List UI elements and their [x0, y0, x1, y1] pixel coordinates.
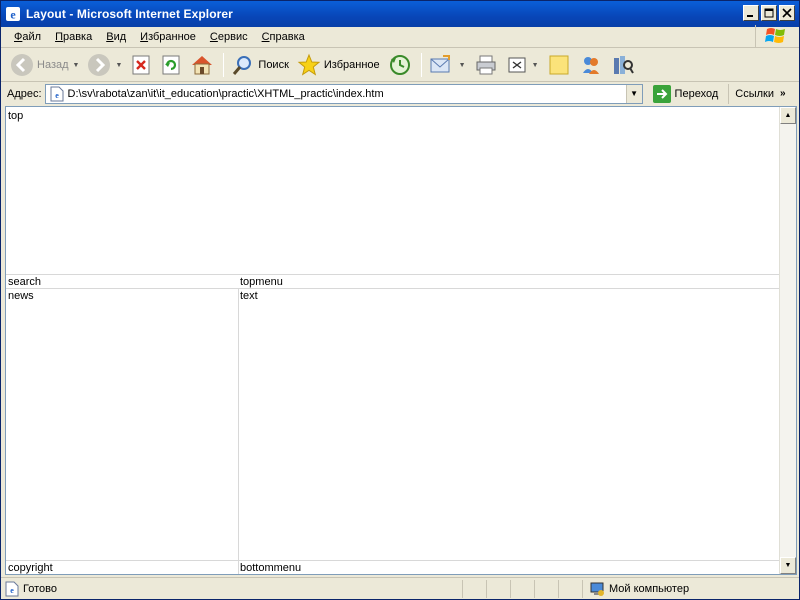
- cell-news: news: [8, 290, 34, 302]
- chevron-down-icon[interactable]: ▼: [73, 62, 80, 69]
- research-icon: [613, 56, 634, 74]
- page-icon: e: [5, 581, 19, 596]
- back-button[interactable]: Назад ▼: [7, 51, 82, 79]
- messenger-button[interactable]: [576, 51, 606, 79]
- zone-text: Мой компьютер: [609, 582, 690, 595]
- stop-icon: [132, 55, 150, 75]
- menu-edit[interactable]: Правка: [48, 31, 99, 43]
- svg-text:e: e: [10, 8, 16, 22]
- links-label: Ссылки: [735, 87, 774, 100]
- history-icon: [389, 55, 410, 75]
- status-pane: [559, 579, 583, 598]
- cell-text: text: [240, 290, 258, 302]
- go-button[interactable]: Переход: [649, 84, 723, 104]
- favorites-button[interactable]: Избранное: [294, 51, 383, 79]
- favorites-label: Избранное: [323, 59, 380, 71]
- status-text: Готово: [23, 582, 57, 595]
- edit-icon: [508, 57, 526, 73]
- chevron-down-icon[interactable]: ▼: [532, 62, 539, 69]
- star-icon: [297, 53, 321, 76]
- stop-button[interactable]: [127, 51, 155, 79]
- scroll-up-arrow-icon[interactable]: ▲: [780, 107, 796, 124]
- menu-bar: Файл Правка Вид Избранное Сервис Справка: [1, 25, 799, 48]
- close-button[interactable]: [779, 5, 795, 21]
- my-computer-icon: [590, 582, 604, 596]
- page-icon: e: [49, 86, 65, 102]
- ie-icon: e: [5, 6, 21, 22]
- cell-topmenu: topmenu: [240, 276, 283, 288]
- discuss-button[interactable]: [544, 51, 574, 79]
- home-button[interactable]: [187, 51, 217, 79]
- address-text: D:\sv\rabota\zan\it\it_education\practic…: [67, 87, 384, 100]
- mail-button[interactable]: ▼: [426, 51, 469, 79]
- status-main-pane: e Готово: [1, 579, 463, 598]
- go-arrow-icon: [652, 84, 671, 103]
- divider: [238, 288, 239, 574]
- print-button[interactable]: [471, 51, 501, 79]
- window-title: Layout - Microsoft Internet Explorer: [26, 7, 233, 21]
- back-label: Назад: [37, 59, 69, 71]
- security-zone[interactable]: Мой компьютер: [583, 580, 689, 598]
- scroll-down-arrow-icon[interactable]: ▼: [780, 557, 796, 574]
- menu-favorites[interactable]: Избранное: [133, 31, 203, 43]
- forward-button[interactable]: ▼: [84, 51, 125, 79]
- forward-arrow-icon: [88, 54, 111, 76]
- status-pane: [535, 579, 559, 598]
- note-icon: [549, 55, 569, 75]
- vertical-scrollbar[interactable]: ▲ ▼: [779, 107, 796, 574]
- cell-copyright: copyright: [8, 562, 53, 574]
- address-dropdown-icon[interactable]: ▼: [625, 84, 642, 103]
- maximize-button[interactable]: [761, 5, 777, 21]
- printer-icon: [476, 55, 496, 75]
- status-pane: [487, 579, 511, 598]
- cell-search: search: [8, 276, 42, 288]
- svg-text:e: e: [55, 91, 59, 100]
- ie-window: e Layout - Microsoft Internet Explorer Ф…: [0, 0, 800, 600]
- address-input[interactable]: e D:\sv\rabota\zan\it\it_education\pract…: [44, 83, 643, 104]
- toolbar-separator: [223, 53, 225, 77]
- toolbar-separator: [420, 53, 422, 77]
- page-layout: top search topmenu news text copyright b…: [6, 107, 779, 574]
- toolbar: Назад ▼ ▼ Поиск Избранное ▼ ▼: [1, 49, 799, 82]
- minimize-button[interactable]: [743, 5, 759, 21]
- status-pane: [511, 579, 535, 598]
- menu-view[interactable]: Вид: [99, 31, 133, 43]
- mail-icon: [430, 55, 450, 73]
- menu-help[interactable]: Справка: [255, 31, 312, 43]
- title-bar[interactable]: e Layout - Microsoft Internet Explorer: [1, 1, 799, 27]
- status-bar: e Готово Мой компьютер: [1, 577, 799, 599]
- search-label: Поиск: [258, 59, 289, 71]
- research-button[interactable]: [608, 51, 638, 79]
- edit-button[interactable]: ▼: [503, 51, 542, 79]
- chevron-down-icon[interactable]: ▼: [459, 62, 466, 69]
- cell-top: top: [8, 110, 24, 122]
- cell-bottommenu: bottommenu: [240, 562, 302, 574]
- back-arrow-icon: [11, 54, 33, 76]
- status-pane: [463, 579, 487, 598]
- chevron-down-icon[interactable]: ▼: [115, 62, 122, 69]
- chevron-right-icon[interactable]: »: [780, 88, 786, 99]
- home-icon: [192, 56, 213, 75]
- refresh-button[interactable]: [157, 51, 185, 79]
- windows-logo-icon: [755, 25, 787, 47]
- page-viewport: top search topmenu news text copyright b…: [5, 106, 797, 575]
- svg-text:e: e: [10, 586, 14, 595]
- search-icon: [233, 56, 252, 75]
- address-label: Адрес:: [7, 87, 42, 100]
- refresh-icon: [162, 55, 180, 75]
- links-button[interactable]: Ссылки »: [728, 83, 786, 104]
- menu-tools[interactable]: Сервис: [203, 31, 255, 43]
- search-button[interactable]: Поиск: [228, 51, 291, 79]
- address-bar: Адрес: e D:\sv\rabota\zan\it\it_educatio…: [1, 82, 799, 105]
- menu-file[interactable]: Файл: [7, 31, 48, 43]
- messenger-icon: [582, 57, 599, 74]
- go-label: Переход: [674, 87, 719, 100]
- history-button[interactable]: [385, 51, 415, 79]
